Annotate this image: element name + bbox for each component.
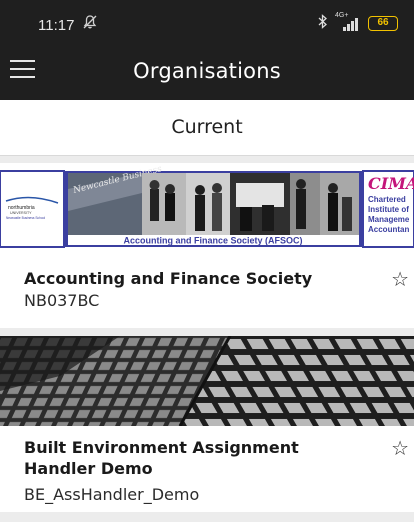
organisation-card[interactable]: northumbria UNIVERSITY Newcastle Busines… <box>0 163 414 328</box>
svg-text:Institute of: Institute of <box>368 205 409 214</box>
svg-text:Newcastle Business School: Newcastle Business School <box>6 216 45 220</box>
favourite-star-icon[interactable]: ☆ <box>391 267 409 291</box>
organisation-code: NB037BC <box>24 291 100 310</box>
organisation-code: BE_AssHandler_Demo <box>24 485 200 504</box>
app-bar: Organisations <box>0 42 414 100</box>
svg-text:Manageme: Manageme <box>368 215 410 224</box>
organisation-card[interactable]: Built Environment Assignment Handler Dem… <box>0 336 414 512</box>
favourite-star-icon[interactable]: ☆ <box>391 436 409 460</box>
organisation-banner-image: northumbria UNIVERSITY Newcastle Busines… <box>0 163 414 253</box>
page-title: Organisations <box>133 59 281 83</box>
organisation-banner-image <box>0 336 414 426</box>
svg-text:Chartered: Chartered <box>368 195 406 204</box>
bell-off-icon <box>82 14 98 35</box>
svg-text:UNIVERSITY: UNIVERSITY <box>10 211 32 215</box>
organisation-name: Built Environment Assignment Handler Dem… <box>24 438 299 478</box>
tab-current[interactable]: Current <box>0 116 414 138</box>
bluetooth-icon <box>318 14 328 32</box>
svg-text:Accountan: Accountan <box>368 225 409 234</box>
organisation-name: Accounting and Finance Society <box>24 269 313 288</box>
signal-icon: 4G+ <box>335 12 361 31</box>
status-bar: 11:17 4G+ 66 <box>0 0 414 42</box>
banner-caption: Accounting and Finance Society (AFSOC) <box>123 236 302 246</box>
battery-icon: 66 <box>368 15 398 31</box>
cima-logo: CIMA <box>368 174 414 193</box>
status-time: 11:17 <box>38 17 75 34</box>
tab-bar: Current <box>0 100 414 156</box>
